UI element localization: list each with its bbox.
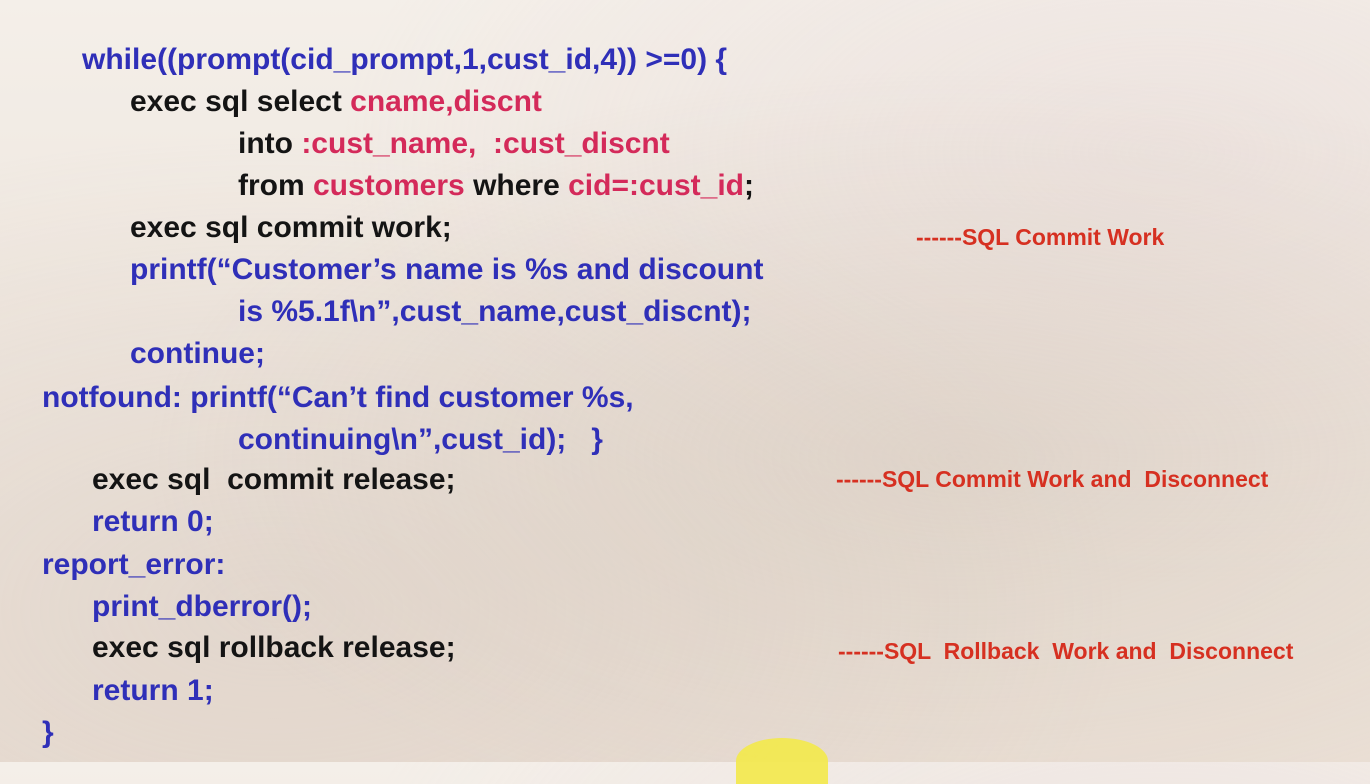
code-line-printf: printf(“Customer’s name is %s and discou… (130, 253, 764, 286)
code-line-return-0: return 0; (92, 505, 214, 538)
code-line-print-dberror: print_dberror(); (92, 590, 312, 623)
code-line-continue: continue; (130, 337, 265, 370)
code-line-select: exec sql select cname,discnt (130, 85, 542, 118)
code-line-commit-work: exec sql commit work; (130, 211, 452, 244)
code-line-while: while((prompt(cid_prompt,1,cust_id,4)) >… (82, 43, 728, 76)
code-line-report-error: report_error: (42, 548, 226, 581)
annotation-commit-work: ------SQL Commit Work (916, 224, 1165, 250)
code-line-commit-release: exec sql commit release; (92, 463, 456, 496)
annotation-commit-disconnect: ------SQL Commit Work and Disconnect (836, 466, 1269, 492)
annotation-rollback-disconnect: ------SQL Rollback Work and Disconnect (838, 638, 1294, 664)
code-line-printf-cont: is %5.1f\n”,cust_name,cust_discnt); (238, 295, 752, 328)
pointer-highlight (736, 738, 828, 784)
code-line-notfound: notfound: printf(“Can’t find customer %s… (42, 381, 634, 414)
slide: while((prompt(cid_prompt,1,cust_id,4)) >… (0, 0, 1370, 784)
code-line-notfound-cont: continuing\n”,cust_id); } (238, 423, 603, 456)
code-line-from: from customers where cid=:cust_id; (238, 169, 754, 202)
code-line-into: into :cust_name, :cust_discnt (238, 127, 670, 160)
code-line-rollback-release: exec sql rollback release; (92, 631, 456, 664)
code-line-return-1: return 1; (92, 674, 214, 707)
code-line-closing-brace: } (42, 716, 54, 749)
